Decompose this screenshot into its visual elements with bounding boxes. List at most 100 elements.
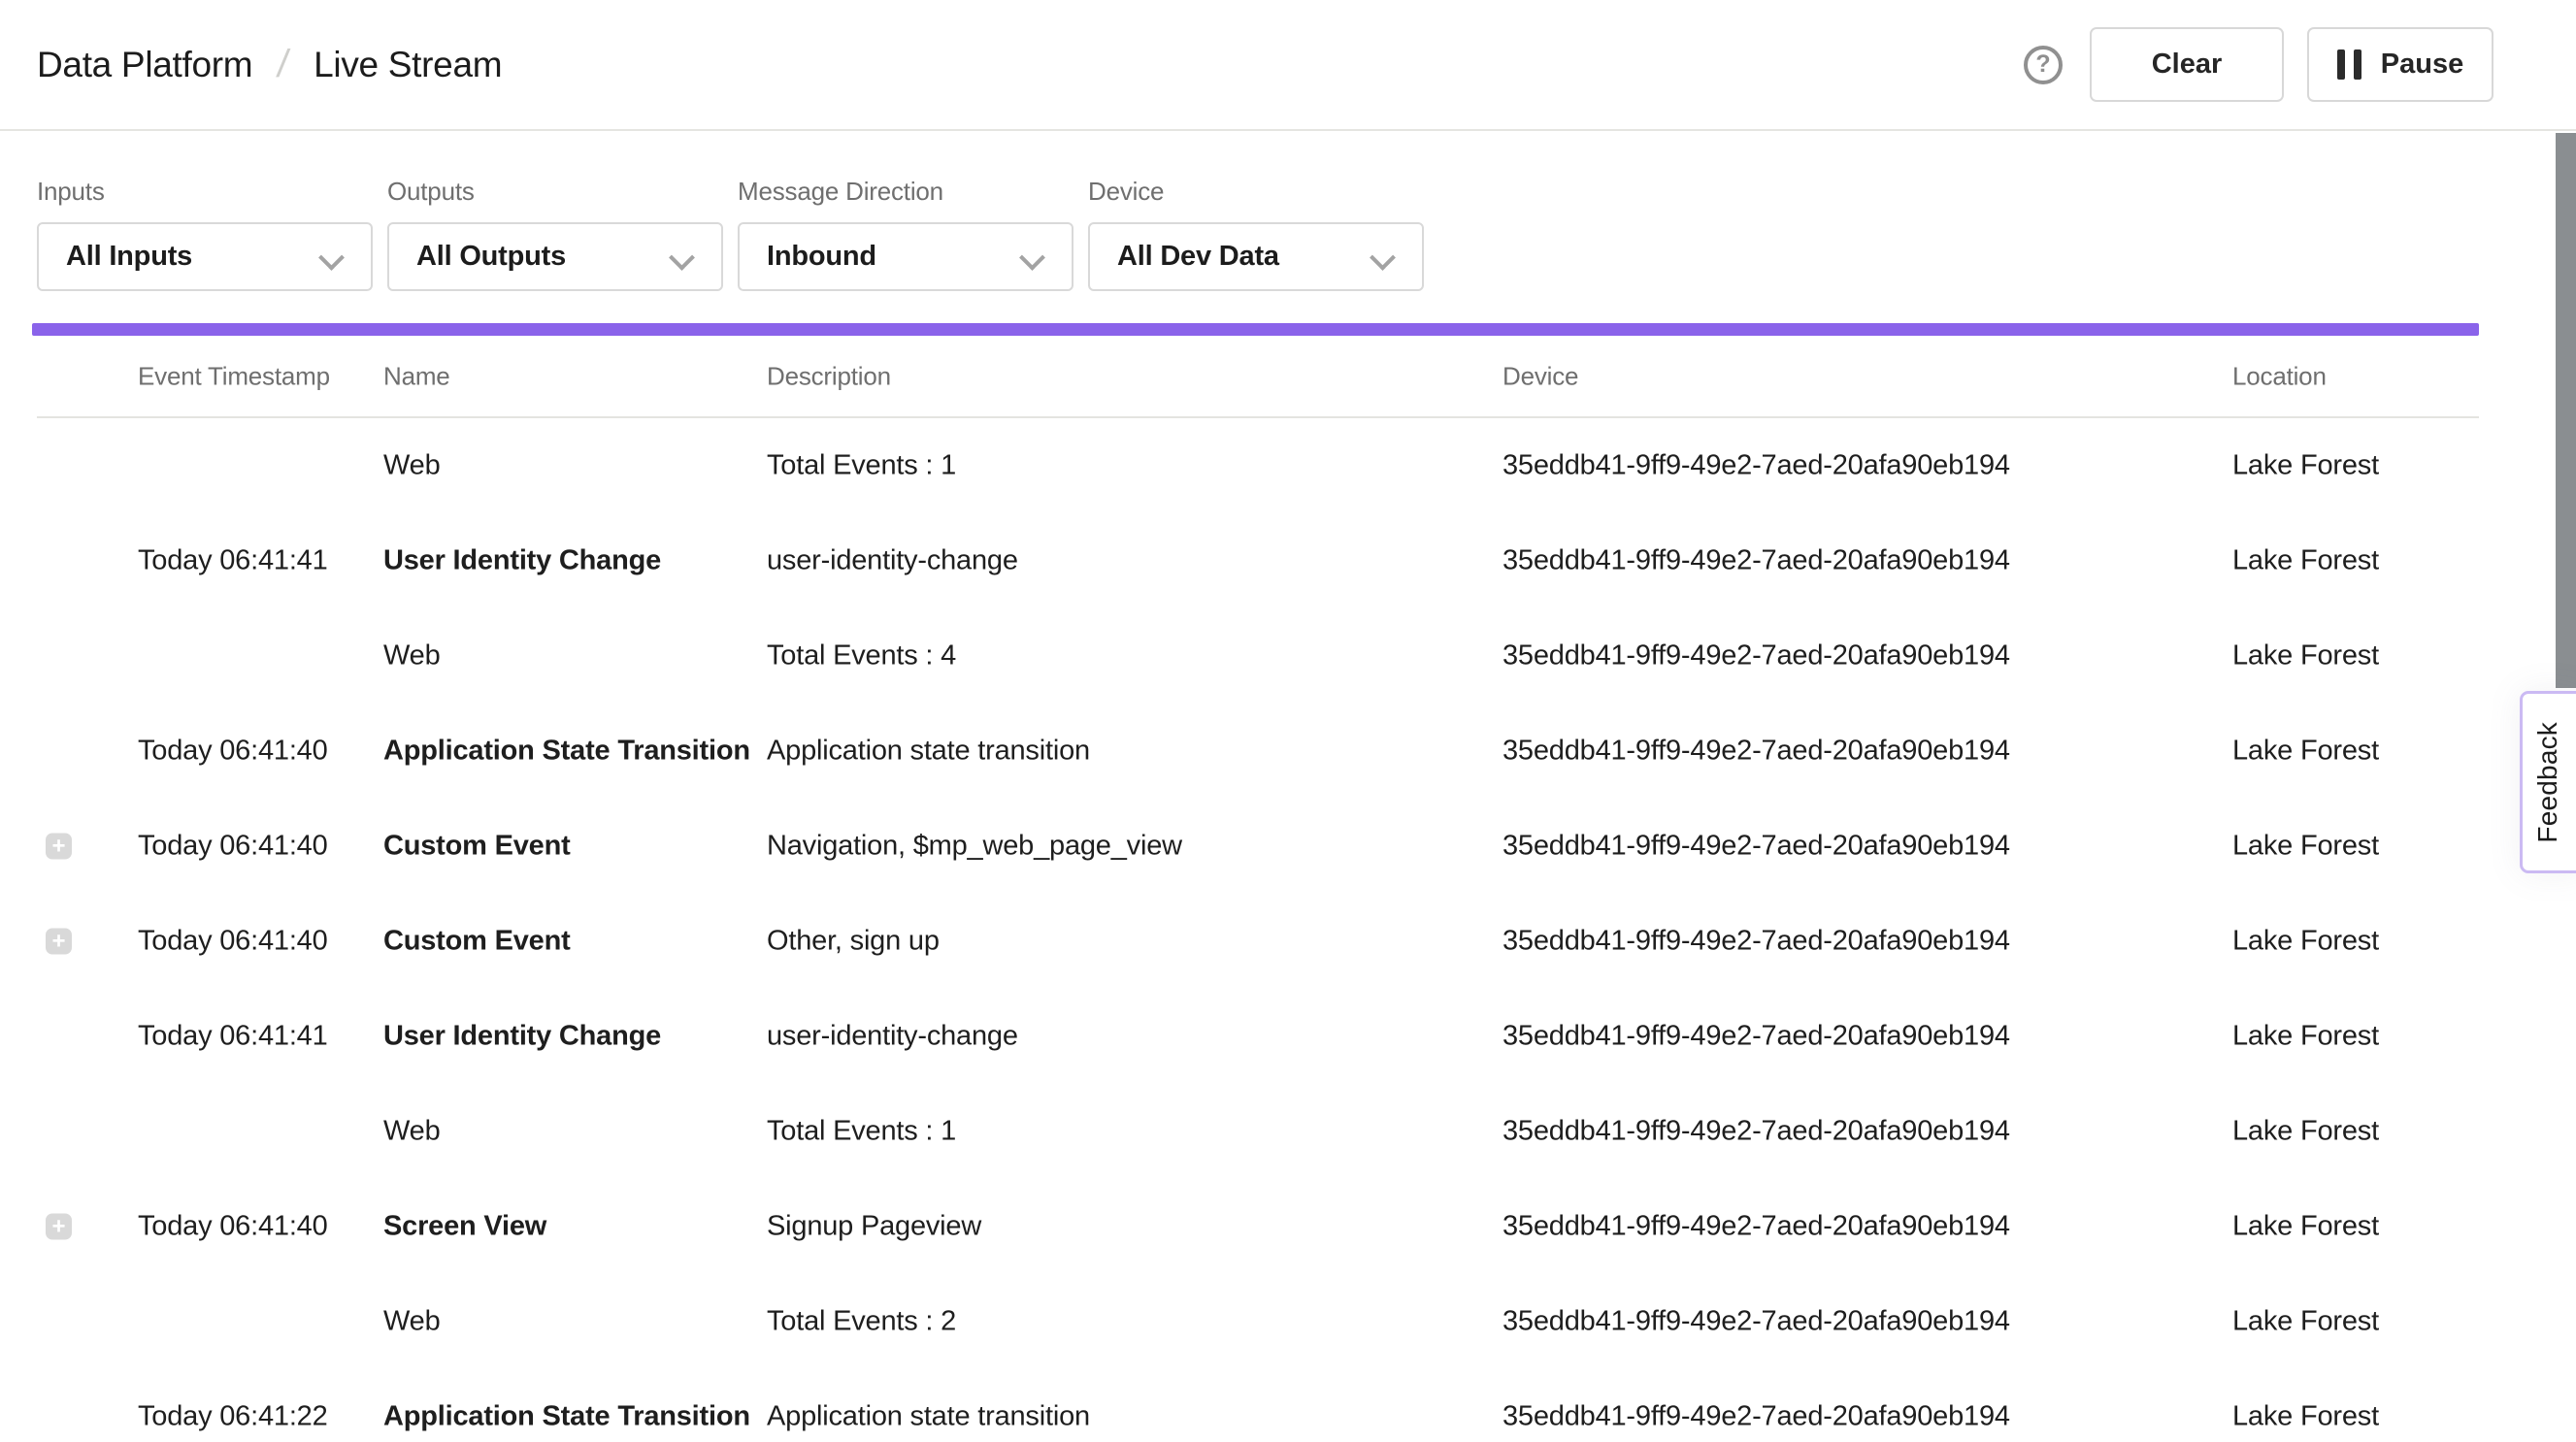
- table-row[interactable]: + Today 06:41:40 Custom Event Navigation…: [37, 799, 2479, 894]
- location-cell: Lake Forest: [2232, 736, 2475, 768]
- description-cell: Signup Pageview: [767, 1211, 1495, 1243]
- event-name-cell: User Identity Change: [383, 1021, 762, 1053]
- description-cell: Other, sign up: [767, 926, 1495, 958]
- feedback-tab-label: Feedback: [2532, 722, 2563, 843]
- pause-icon: [2337, 49, 2361, 80]
- table-row[interactable]: Today 06:41:41 User Identity Change user…: [37, 989, 2479, 1084]
- description-cell: Application state transition: [767, 736, 1495, 768]
- message-direction-select-value: Inbound: [767, 241, 876, 273]
- outputs-select[interactable]: All Outputs: [387, 222, 723, 291]
- event-timestamp-cell: Today 06:41:40: [138, 926, 380, 958]
- breadcrumb-separator: /: [275, 43, 291, 86]
- event-timestamp-cell: Today 06:41:40: [138, 1211, 380, 1243]
- pause-button-label: Pause: [2381, 49, 2463, 81]
- device-select-value: All Dev Data: [1117, 241, 1279, 273]
- column-header-location: Location: [2232, 361, 2475, 391]
- help-icon[interactable]: ?: [2024, 46, 2063, 84]
- chevron-down-icon: [320, 248, 342, 270]
- table-body: Web Total Events : 1 35eddb41-9ff9-49e2-…: [37, 418, 2479, 1442]
- location-cell: Lake Forest: [2232, 1116, 2475, 1148]
- table-row[interactable]: Web Total Events : 4 35eddb41-9ff9-49e2-…: [37, 608, 2479, 704]
- description-cell: Total Events : 4: [767, 640, 1495, 672]
- table-row[interactable]: Today 06:41:40 Application State Transit…: [37, 704, 2479, 799]
- location-cell: Lake Forest: [2232, 1306, 2475, 1338]
- table-row[interactable]: Web Total Events : 2 35eddb41-9ff9-49e2-…: [37, 1274, 2479, 1369]
- description-cell: user-identity-change: [767, 1021, 1495, 1053]
- event-name-cell: Application State Transition: [383, 1401, 762, 1433]
- event-name-cell: Web: [383, 1306, 762, 1338]
- expand-cell: +: [46, 1214, 71, 1240]
- device-cell: 35eddb41-9ff9-49e2-7aed-20afa90eb194: [1503, 640, 2221, 672]
- device-select[interactable]: All Dev Data: [1088, 222, 1424, 291]
- expand-plus-icon[interactable]: +: [46, 1214, 72, 1240]
- filter-outputs: Outputs All Outputs: [387, 177, 723, 291]
- device-cell: 35eddb41-9ff9-49e2-7aed-20afa90eb194: [1503, 1306, 2221, 1338]
- table-row[interactable]: + Today 06:41:40 Screen View Signup Page…: [37, 1179, 2479, 1274]
- table-row[interactable]: Web Total Events : 1 35eddb41-9ff9-49e2-…: [37, 1084, 2479, 1179]
- device-cell: 35eddb41-9ff9-49e2-7aed-20afa90eb194: [1503, 450, 2221, 482]
- table-row[interactable]: + Today 06:41:40 Custom Event Other, sig…: [37, 894, 2479, 989]
- top-bar: Data Platform / Live Stream ? Clear Paus…: [0, 0, 2576, 131]
- help-glyph: ?: [2035, 50, 2050, 79]
- description-cell: Application state transition: [767, 1401, 1495, 1433]
- event-name-cell: Web: [383, 640, 762, 672]
- location-cell: Lake Forest: [2232, 640, 2475, 672]
- clear-button[interactable]: Clear: [2090, 27, 2284, 102]
- device-cell: 35eddb41-9ff9-49e2-7aed-20afa90eb194: [1503, 736, 2221, 768]
- filter-device-label: Device: [1088, 177, 1424, 207]
- description-cell: Total Events : 2: [767, 1306, 1495, 1338]
- device-cell: 35eddb41-9ff9-49e2-7aed-20afa90eb194: [1503, 1211, 2221, 1243]
- table-row[interactable]: Web Total Events : 1 35eddb41-9ff9-49e2-…: [37, 418, 2479, 513]
- event-name-cell: Web: [383, 450, 762, 482]
- device-cell: 35eddb41-9ff9-49e2-7aed-20afa90eb194: [1503, 831, 2221, 863]
- vertical-scrollbar-thumb[interactable]: [2556, 133, 2576, 688]
- chevron-down-icon: [1371, 248, 1393, 270]
- expand-plus-icon[interactable]: +: [46, 929, 72, 955]
- breadcrumb-section[interactable]: Data Platform: [37, 45, 252, 85]
- message-direction-select[interactable]: Inbound: [738, 222, 1073, 291]
- filter-inputs: Inputs All Inputs: [37, 177, 373, 291]
- live-stream-page: Data Platform / Live Stream ? Clear Paus…: [0, 0, 2576, 1442]
- top-bar-actions: ? Clear Pause: [2024, 27, 2493, 102]
- event-timestamp-cell: Today 06:41:41: [138, 1021, 380, 1053]
- column-header-device: Device: [1503, 361, 2221, 391]
- event-name-cell: Custom Event: [383, 926, 762, 958]
- column-header-name: Name: [383, 361, 762, 391]
- event-timestamp-cell: Today 06:41:41: [138, 545, 380, 577]
- feedback-tab[interactable]: Feedback: [2520, 691, 2576, 873]
- pause-button[interactable]: Pause: [2307, 27, 2493, 102]
- breadcrumb: Data Platform / Live Stream: [37, 43, 502, 86]
- filter-outputs-label: Outputs: [387, 177, 723, 207]
- inputs-select-value: All Inputs: [66, 241, 192, 273]
- filter-message-direction-label: Message Direction: [738, 177, 1073, 207]
- event-name-cell: Application State Transition: [383, 736, 762, 768]
- device-cell: 35eddb41-9ff9-49e2-7aed-20afa90eb194: [1503, 545, 2221, 577]
- description-cell: user-identity-change: [767, 545, 1495, 577]
- expand-cell: +: [46, 834, 71, 860]
- table-row[interactable]: Today 06:41:41 User Identity Change user…: [37, 513, 2479, 608]
- event-name-cell: Screen View: [383, 1211, 762, 1243]
- event-name-cell: Custom Event: [383, 831, 762, 863]
- location-cell: Lake Forest: [2232, 831, 2475, 863]
- location-cell: Lake Forest: [2232, 926, 2475, 958]
- chevron-down-icon: [1021, 248, 1042, 270]
- event-timestamp-cell: Today 06:41:40: [138, 736, 380, 768]
- device-cell: 35eddb41-9ff9-49e2-7aed-20afa90eb194: [1503, 1021, 2221, 1053]
- page-title: Live Stream: [314, 45, 502, 85]
- event-name-cell: User Identity Change: [383, 545, 762, 577]
- expand-plus-icon[interactable]: +: [46, 834, 72, 860]
- location-cell: Lake Forest: [2232, 1401, 2475, 1433]
- description-cell: Navigation, $mp_web_page_view: [767, 831, 1495, 863]
- table-header-row: Event Timestamp Name Description Device …: [37, 336, 2479, 418]
- event-timestamp-cell: Today 06:41:40: [138, 831, 380, 863]
- filter-inputs-label: Inputs: [37, 177, 373, 207]
- outputs-select-value: All Outputs: [416, 241, 566, 273]
- filter-message-direction: Message Direction Inbound: [738, 177, 1073, 291]
- description-cell: Total Events : 1: [767, 450, 1495, 482]
- filters-row: Inputs All Inputs Outputs All Outputs Me…: [0, 131, 2576, 291]
- inputs-select[interactable]: All Inputs: [37, 222, 373, 291]
- description-cell: Total Events : 1: [767, 1116, 1495, 1148]
- filter-device: Device All Dev Data: [1088, 177, 1424, 291]
- table-row[interactable]: Today 06:41:22 Application State Transit…: [37, 1369, 2479, 1442]
- column-header-event-timestamp: Event Timestamp: [138, 361, 380, 391]
